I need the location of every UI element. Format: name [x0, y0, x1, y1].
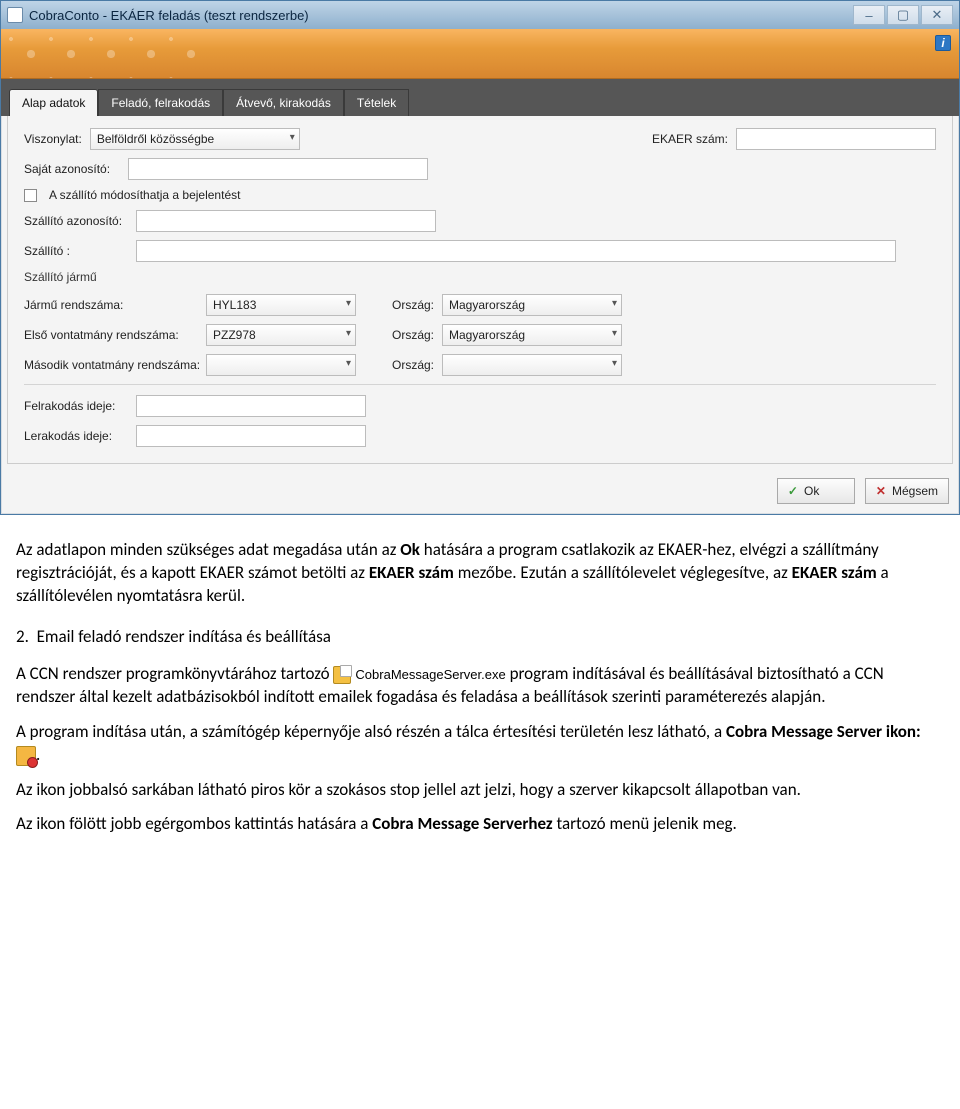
info-icon[interactable]: i — [935, 35, 951, 51]
felrakodas-input[interactable] — [136, 395, 366, 417]
jarmu-rendszam-label: Jármű rendszáma: — [24, 298, 198, 312]
doc-paragraph-2: A CCN rendszer programkönyvtárához tarto… — [16, 663, 944, 709]
tab-strip: Alap adatok Feladó, felrakodás Átvevő, k… — [1, 79, 959, 116]
doc-paragraph-4: Az ikon jobbalsó sarkában látható piros … — [16, 779, 944, 802]
exe-filename: CobraMessageServer.exe — [355, 666, 505, 684]
szallito-azonosito-input[interactable] — [136, 210, 436, 232]
viszonylat-label: Viszonylat: — [24, 132, 82, 146]
title-bar: CobraConto - EKÁER feladás (teszt rendsz… — [1, 1, 959, 29]
tab-atvevo[interactable]: Átvevő, kirakodás — [223, 89, 344, 116]
sajat-azonosito-label: Saját azonosító: — [24, 162, 120, 176]
doc-paragraph-1: Az adatlapon minden szükséges adat megad… — [16, 539, 944, 608]
szallito-input[interactable] — [136, 240, 896, 262]
ok-button[interactable]: ✓ Ok — [777, 478, 855, 504]
close-button[interactable]: ✕ — [921, 5, 953, 25]
window-title: CobraConto - EKÁER feladás (teszt rendsz… — [29, 8, 309, 23]
tab-felado[interactable]: Feladó, felrakodás — [98, 89, 223, 116]
szallito-azonosito-label: Szállító azonosító: — [24, 214, 128, 228]
szallito-modosithatja-label: A szállító módosíthatja a bejelentést — [49, 188, 240, 202]
lerakodas-label: Lerakodás ideje: — [24, 429, 128, 443]
app-icon — [7, 7, 23, 23]
cancel-button[interactable]: ✕ Mégsem — [865, 478, 949, 504]
tray-icon — [16, 746, 36, 766]
cancel-button-label: Mégsem — [892, 484, 938, 498]
button-bar: ✓ Ok ✕ Mégsem — [1, 470, 959, 514]
orszag3-select[interactable] — [442, 354, 622, 376]
tab-alap-adatok[interactable]: Alap adatok — [9, 89, 98, 116]
doc-heading-2: 2. Email feladó rendszer indítása és beá… — [38, 626, 944, 649]
orszag1-select[interactable]: Magyarország — [442, 294, 622, 316]
app-ribbon: i — [1, 29, 959, 79]
maximize-button[interactable]: ▢ — [887, 5, 919, 25]
felrakodas-label: Felrakodás ideje: — [24, 399, 128, 413]
doc-paragraph-3: A program indítása után, a számítógép ké… — [16, 721, 944, 767]
orszag1-label: Ország: — [392, 298, 434, 312]
orszag3-label: Ország: — [392, 358, 434, 372]
minimize-button[interactable]: – — [853, 5, 885, 25]
jarmu-group-label: Szállító jármű — [24, 270, 936, 284]
exe-icon — [333, 666, 351, 684]
sajat-azonosito-input[interactable] — [128, 158, 428, 180]
ekaer-szam-input[interactable] — [736, 128, 936, 150]
orszag2-label: Ország: — [392, 328, 434, 342]
exe-inline: CobraMessageServer.exe — [333, 666, 505, 684]
ok-button-label: Ok — [804, 484, 819, 498]
szallito-modosithatja-checkbox[interactable] — [24, 189, 37, 202]
doc-paragraph-5: Az ikon fölött jobb egérgombos kattintás… — [16, 813, 944, 836]
vontatmany2-label: Második vontatmány rendszáma: — [24, 358, 198, 372]
app-window: CobraConto - EKÁER feladás (teszt rendsz… — [0, 0, 960, 515]
viszonylat-select[interactable]: Belföldről közösségbe — [90, 128, 300, 150]
jarmu-rendszam-select[interactable]: HYL183 — [206, 294, 356, 316]
check-icon: ✓ — [788, 484, 798, 498]
lerakodas-input[interactable] — [136, 425, 366, 447]
tab-tetelek[interactable]: Tételek — [344, 89, 409, 116]
close-icon: ✕ — [876, 484, 886, 498]
form-panel: Viszonylat: Belföldről közösségbe EKAER … — [7, 116, 953, 464]
vontatmany2-select[interactable] — [206, 354, 356, 376]
szallito-label: Szállító : — [24, 244, 128, 258]
vontatmany1-select[interactable]: PZZ978 — [206, 324, 356, 346]
document-body: Az adatlapon minden szükséges adat megad… — [0, 515, 960, 878]
ekaer-szam-label: EKAER szám: — [652, 132, 728, 146]
vontatmany1-label: Első vontatmány rendszáma: — [24, 328, 198, 342]
orszag2-select[interactable]: Magyarország — [442, 324, 622, 346]
